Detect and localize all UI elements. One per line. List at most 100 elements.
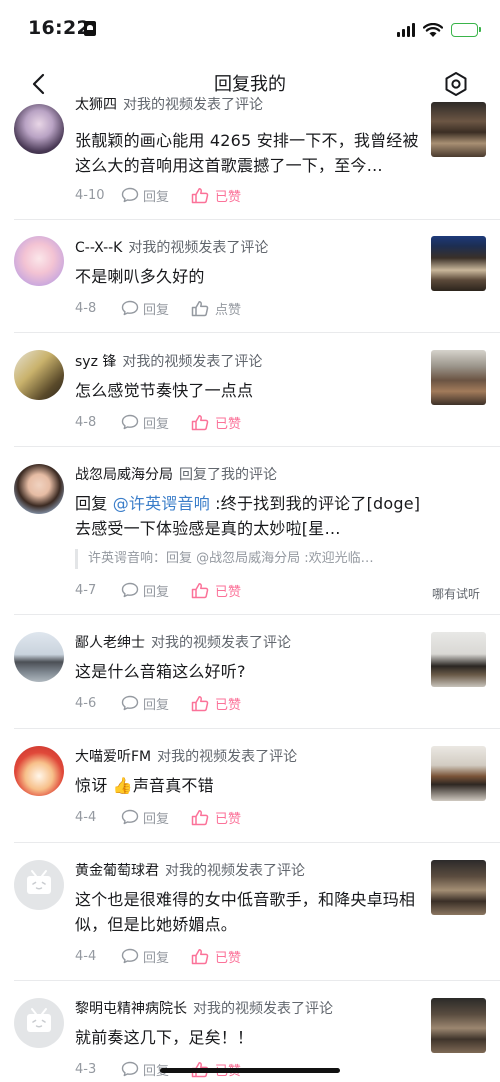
like-label: 已赞: [215, 416, 242, 432]
comment-text[interactable]: 张靓颖的画心能用 4265 安排一下不，我曾经被这么大的音响用这首歌震撼了一下，…: [75, 128, 423, 178]
hexagon-settings-icon: [445, 72, 467, 96]
like-button[interactable]: 已赞: [191, 694, 241, 713]
comment-date: 4-4: [75, 948, 97, 964]
comment-text[interactable]: 回复 @许英谔音响 :终于找到我的评论了[doge]去感受一下体验感是真的太妙啦…: [75, 491, 423, 541]
avatar[interactable]: [14, 632, 64, 682]
like-button[interactable]: 已赞: [191, 186, 241, 205]
reply-button[interactable]: 回复: [121, 808, 191, 827]
like-button[interactable]: 已赞: [191, 808, 241, 827]
username[interactable]: 战忽局威海分局: [75, 467, 173, 483]
comment-header: 黎明屯精神病院长 对我的视频发表了评论: [75, 998, 333, 1020]
username[interactable]: syz 锋: [75, 354, 116, 370]
comment-text[interactable]: 这是什么音箱这么好听?: [75, 659, 423, 684]
username[interactable]: 鄙人老绅士: [75, 635, 145, 651]
username[interactable]: 黄金葡萄球君: [75, 863, 159, 879]
reply-label: 回复: [143, 416, 170, 432]
orientation-lock-icon: [84, 21, 96, 36]
comment-header: 大喵爱听FM 对我的视频发表了评论: [75, 746, 297, 768]
video-thumbnail[interactable]: [431, 746, 486, 801]
comment-text-part: 惊讶: [75, 776, 113, 795]
reply-button[interactable]: 回复: [121, 186, 191, 205]
thumbs-up-emoji-icon: 👍: [112, 776, 133, 795]
divider: [14, 614, 500, 615]
comment-meta: 4-10 回复 已赞: [75, 184, 241, 206]
comment-meta: 4-6 回复 已赞: [75, 692, 241, 714]
username[interactable]: C--X--K: [75, 240, 122, 256]
reply-button[interactable]: 回复: [121, 413, 191, 432]
comment-header: 战忽局威海分局 回复了我的评论: [75, 464, 277, 486]
reply-prefix: 回复: [75, 494, 113, 513]
comment-bubble-icon: [121, 187, 139, 203]
like-button[interactable]: 点赞: [191, 299, 241, 318]
like-label: 已赞: [215, 697, 242, 713]
comment-text[interactable]: 就前奏这几下，足矣！！: [75, 1025, 423, 1050]
reply-label: 回复: [143, 950, 170, 966]
video-thumbnail[interactable]: [431, 236, 486, 291]
settings-button[interactable]: [440, 68, 472, 100]
status-bar: 16:22: [0, 0, 500, 58]
original-comment-snippet[interactable]: 哪有试听: [432, 585, 480, 602]
like-label: 已赞: [215, 811, 242, 827]
reply-label: 回复: [143, 697, 170, 713]
username[interactable]: 太狮四: [75, 97, 117, 113]
reply-button[interactable]: 回复: [121, 947, 191, 966]
divider: [14, 842, 500, 843]
reply-button[interactable]: 回复: [121, 694, 191, 713]
action-text: 对我的视频发表了评论: [128, 240, 269, 256]
comment-date: 4-7: [75, 582, 97, 598]
avatar[interactable]: [14, 464, 64, 514]
comment-header: C--X--K 对我的视频发表了评论: [75, 237, 268, 259]
thumbs-up-icon: [191, 187, 209, 203]
reply-button[interactable]: 回复: [121, 581, 191, 600]
action-text: 对我的视频发表了评论: [122, 354, 263, 370]
status-time: 16:22: [28, 17, 90, 39]
comment-meta: 4-4 回复 已赞: [75, 945, 241, 967]
video-thumbnail[interactable]: [431, 350, 486, 405]
action-text: 对我的视频发表了评论: [151, 635, 291, 651]
video-thumbnail[interactable]: [431, 102, 486, 157]
username[interactable]: 黎明屯精神病院长: [75, 1001, 187, 1017]
video-thumbnail[interactable]: [431, 632, 486, 687]
video-thumbnail[interactable]: [431, 998, 486, 1053]
avatar[interactable]: [14, 860, 64, 910]
comment-meta: 4-8 回复 点赞: [75, 297, 241, 319]
status-icons: [397, 20, 481, 40]
reply-button[interactable]: 回复: [121, 299, 191, 318]
default-avatar-tv-icon: [27, 870, 51, 894]
like-button[interactable]: 已赞: [191, 581, 241, 600]
comment-meta: 4-4 回复 已赞: [75, 806, 241, 828]
reply-label: 回复: [143, 811, 170, 827]
comment-date: 4-4: [75, 809, 97, 825]
avatar[interactable]: [14, 104, 64, 154]
reply-label: 回复: [143, 302, 170, 318]
comment-bubble-icon: [121, 1061, 139, 1077]
video-thumbnail[interactable]: [431, 860, 486, 915]
avatar[interactable]: [14, 350, 64, 400]
avatar[interactable]: [14, 746, 64, 796]
comment-text[interactable]: 惊讶 👍声音真不错: [75, 773, 423, 798]
divider: [14, 446, 500, 447]
thumbs-up-icon: [191, 300, 209, 316]
like-label: 已赞: [215, 950, 242, 966]
comment-text[interactable]: 这个也是很难得的女中低音歌手，和降央卓玛相似，但是比她娇媚点。: [75, 887, 423, 937]
comment-text[interactable]: 不是喇叭多久好的: [75, 264, 423, 289]
like-button[interactable]: 已赞: [191, 413, 241, 432]
like-label: 点赞: [215, 302, 242, 318]
avatar[interactable]: [14, 236, 64, 286]
comment-bubble-icon: [121, 948, 139, 964]
action-text: 对我的视频发表了评论: [193, 1001, 333, 1017]
quoted-comment[interactable]: 许英谔音响：回复 @战忽局威海分局 :欢迎光临…: [75, 549, 413, 569]
comment-meta: 4-8 回复 已赞: [75, 411, 241, 433]
divider: [14, 728, 500, 729]
thumbs-up-icon: [191, 695, 209, 711]
comment-date: 4-8: [75, 414, 97, 430]
like-button[interactable]: 已赞: [191, 947, 241, 966]
battery-icon: [451, 23, 481, 37]
avatar[interactable]: [14, 998, 64, 1048]
home-indicator[interactable]: [160, 1068, 340, 1073]
comment-text[interactable]: 怎么感觉节奏快了一点点: [75, 378, 423, 403]
action-text: 对我的视频发表了评论: [123, 97, 263, 113]
mention-link[interactable]: @许英谔音响: [113, 494, 210, 513]
username[interactable]: 大喵爱听FM: [75, 749, 151, 765]
comment-meta: 4-7 回复 已赞: [75, 579, 241, 601]
